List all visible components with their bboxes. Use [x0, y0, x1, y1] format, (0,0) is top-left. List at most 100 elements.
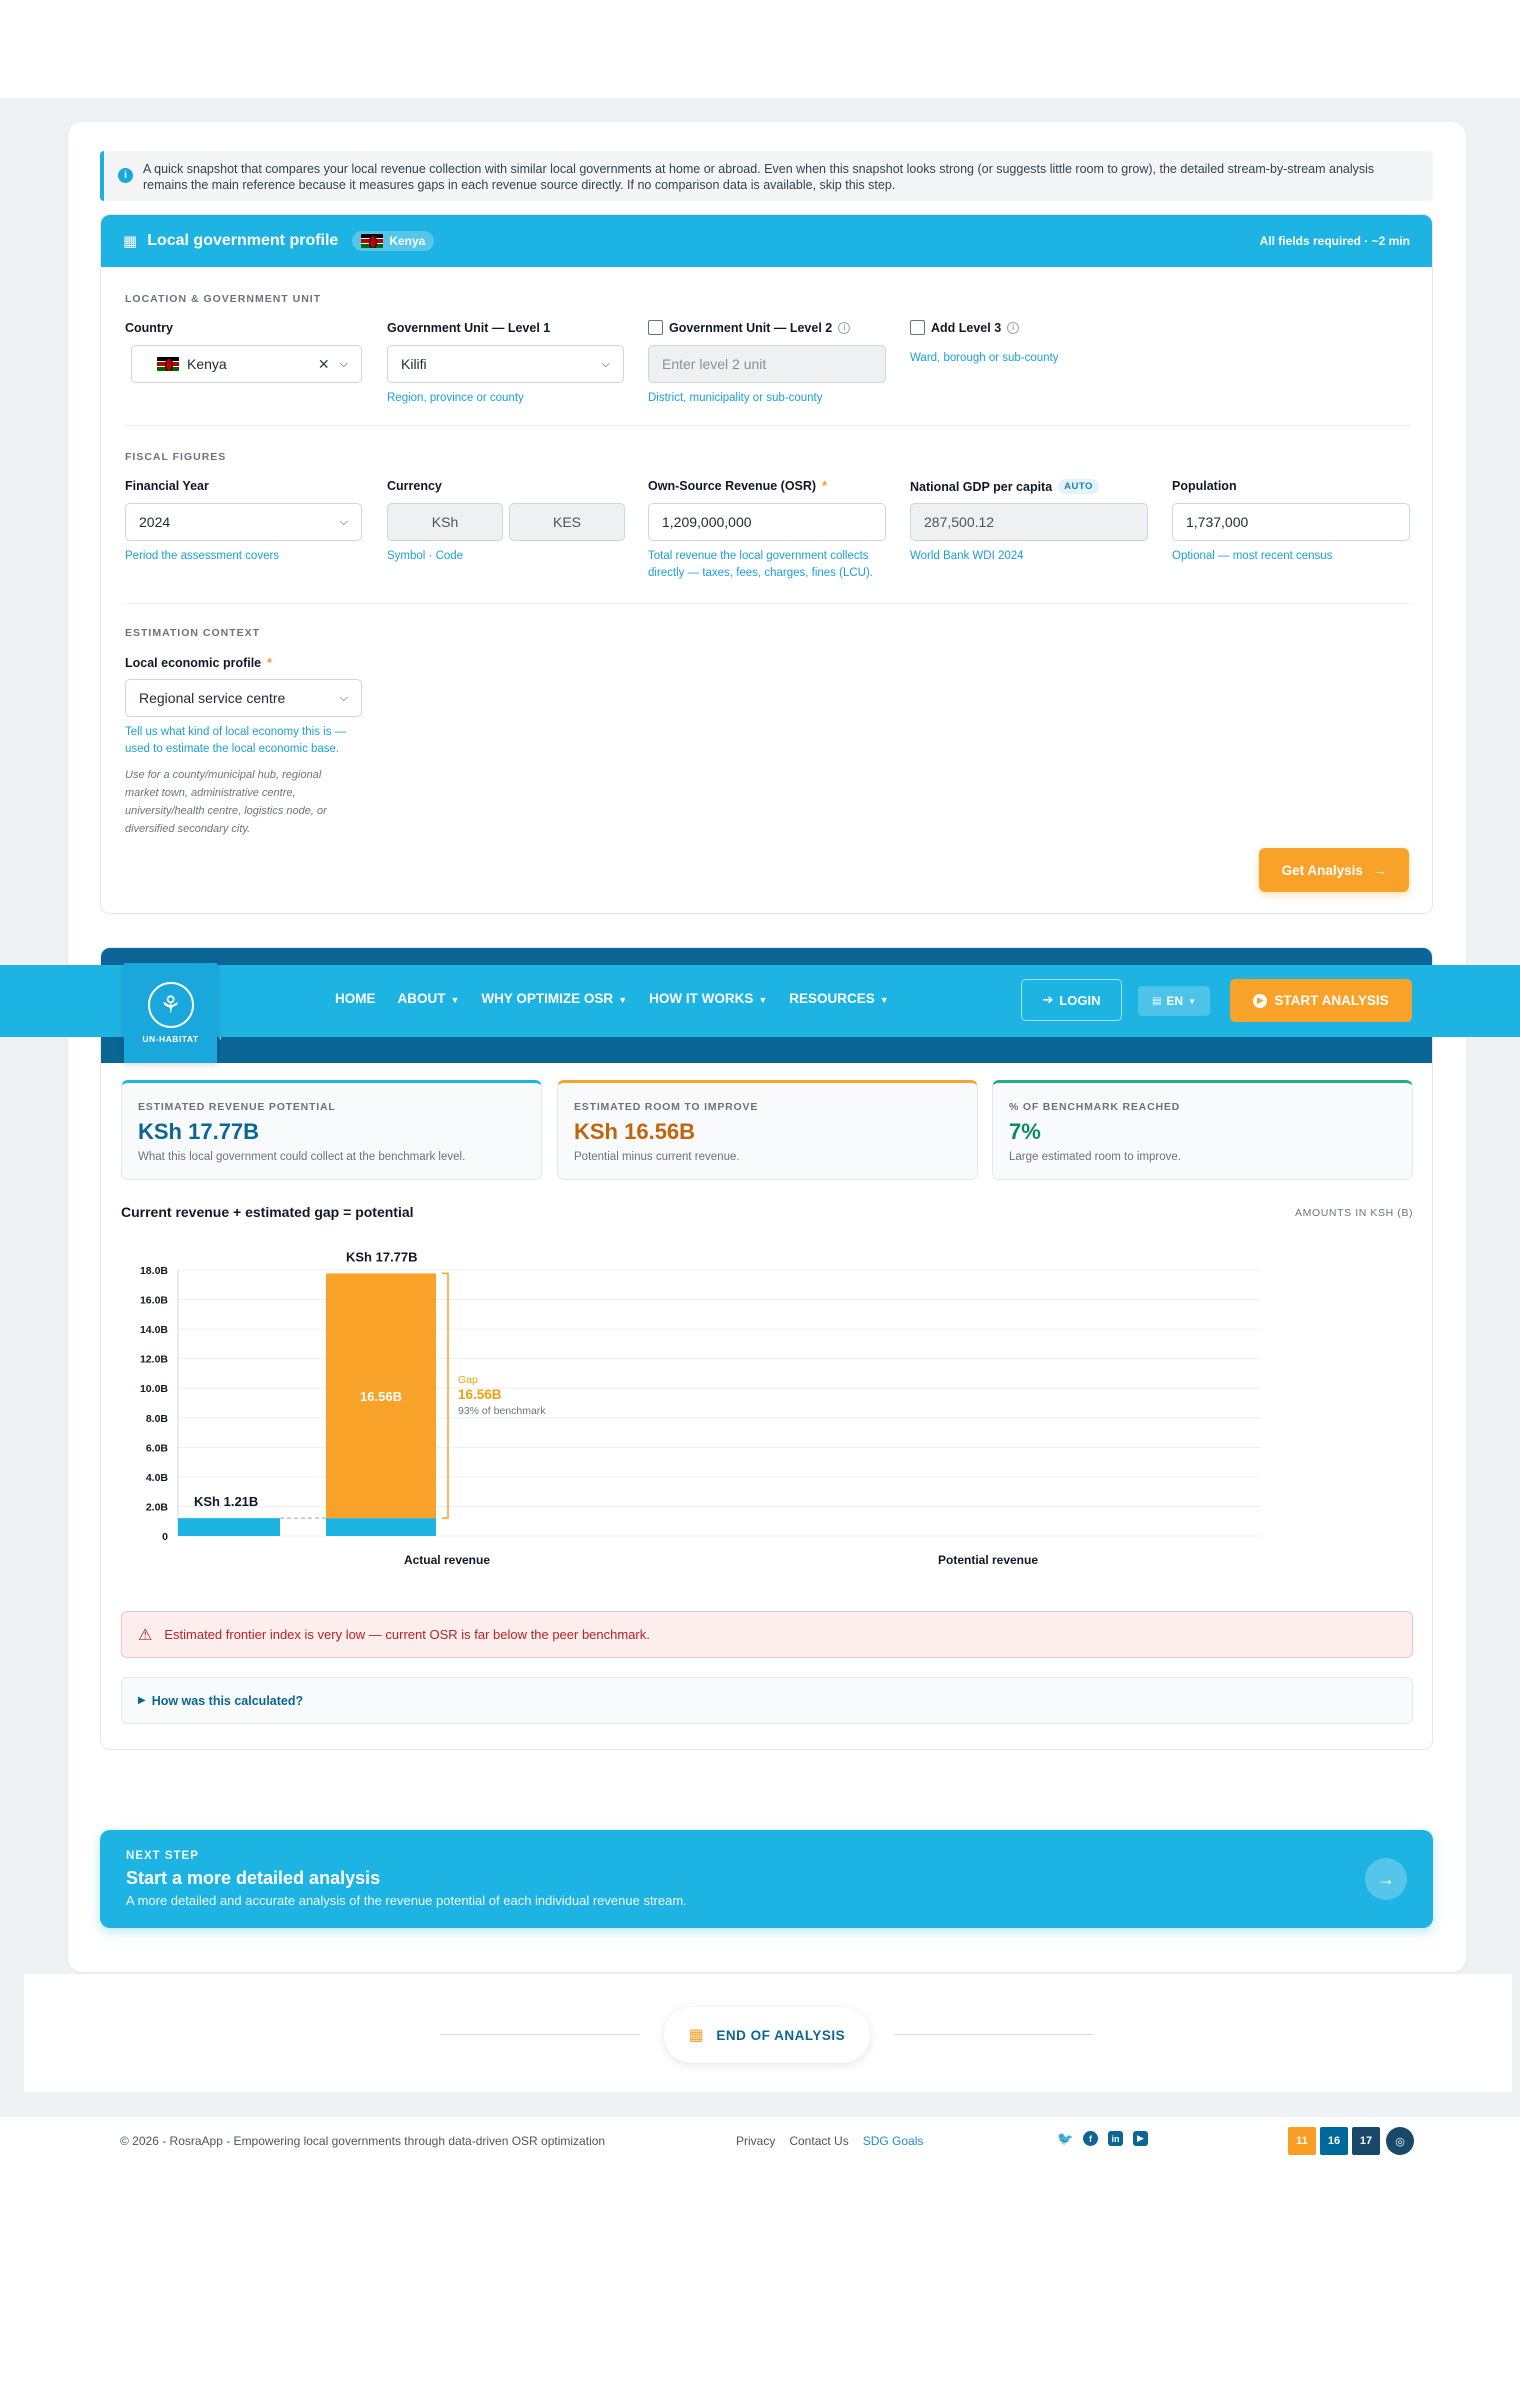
nav-why-optimize[interactable]: WHY OPTIMIZE OSR ▼: [481, 991, 627, 1006]
info-icon[interactable]: i: [1007, 321, 1020, 334]
osr-label-row: Own-Source Revenue (OSR) *: [648, 479, 827, 493]
gdp-label: National GDP per capita: [910, 479, 1053, 494]
osr-value: 1,209,000,000: [662, 514, 752, 530]
y-tick-label: 2.0B: [146, 1501, 169, 1513]
nav-how-it-works[interactable]: HOW IT WORKS ▼: [649, 991, 767, 1006]
footer-contact-link[interactable]: Contact Us: [789, 2134, 848, 2148]
economic-profile-description-line: university/health centre, logistics node…: [125, 805, 327, 817]
currency-code-field: KES: [509, 503, 625, 541]
logo-text: UN-HABITAT: [142, 1034, 199, 1044]
economic-profile-description-line: diversified secondary city.: [125, 823, 251, 835]
level3-label-row: Add Level 3 i: [910, 320, 1020, 335]
sdg-16-badge[interactable]: 16: [1320, 2127, 1348, 2155]
youtube-icon[interactable]: ▶: [1133, 2131, 1148, 2146]
bar-label-potential: KSh 17.77B: [346, 1249, 418, 1264]
play-icon: ▶: [1253, 993, 1268, 1008]
osr-label: Own-Source Revenue (OSR): [648, 479, 817, 493]
linkedin-icon[interactable]: in: [1108, 2131, 1123, 2146]
end-of-analysis-pill: ▦ END OF ANALYSIS: [664, 2007, 870, 2063]
level2-label-row: Government Unit — Level 2 i: [648, 320, 851, 335]
revenue-chart: 0 2.0B 4.0B 6.0B 8.0B 10.0B 12.0B 14.0B 16.0B 18.…: [140, 1249, 1260, 1567]
section-location: LOCATION & GOVERNMENT UNIT: [125, 293, 322, 305]
level1-hint: Region, province or county: [387, 392, 524, 404]
start-analysis-button[interactable]: ▶ START ANALYSIS: [1230, 979, 1412, 1022]
level2-checkbox[interactable]: [648, 320, 663, 335]
required-marker: *: [822, 479, 827, 493]
year-select[interactable]: 2024 ⌵: [125, 503, 362, 541]
metric-card-benchmark: % OF BENCHMARK REACHED 7% Large estimate…: [992, 1080, 1413, 1180]
warning-text: Estimated frontier index is very low — c…: [164, 1627, 650, 1642]
country-select[interactable]: Kenya ✕ ⌵: [131, 345, 362, 383]
chevron-down-icon: ⌵: [339, 357, 348, 370]
gap-annotation-title: Gap: [458, 1374, 478, 1386]
level1-label: Government Unit — Level 1: [387, 321, 551, 335]
uk-flag-icon: ▤: [1151, 995, 1162, 1007]
footer-copyright: © 2026 - RosraApp - Empowering local gov…: [120, 2134, 606, 2148]
nav-home-label: HOME: [335, 991, 376, 1006]
bar-label-actual: KSh 1.21B: [194, 1494, 258, 1509]
divider-line: [440, 2034, 640, 2035]
metric-description: What this local government could collect…: [138, 1151, 466, 1163]
how-calculated-toggle[interactable]: ▶ How was this calculated?: [121, 1677, 1413, 1724]
economic-profile-hint: Tell us what kind of local economy this …: [125, 724, 346, 758]
sdg-11-badge[interactable]: 11: [1288, 2127, 1316, 2155]
arrow-right-icon: →: [1372, 862, 1387, 878]
currency-symbol: KSh: [431, 514, 459, 530]
osr-hint-line: directly — taxes, fees, charges, fines (…: [648, 567, 873, 579]
caret-down-icon: ▼: [450, 995, 460, 1005]
osr-hint-line: Total revenue the local government colle…: [648, 550, 869, 562]
warning-triangle-icon: ⚠: [138, 1626, 153, 1644]
level3-label: Add Level 3: [931, 320, 1002, 335]
caret-down-icon: ▼: [1188, 996, 1197, 1006]
clear-icon[interactable]: ✕: [318, 356, 330, 373]
footer-privacy-link[interactable]: Privacy: [736, 2134, 775, 2148]
un-habitat-logo[interactable]: ⚘ UN-HABITAT: [124, 963, 217, 1063]
chevron-down-icon: ⌵: [601, 357, 610, 370]
get-analysis-button[interactable]: Get Analysis →: [1259, 848, 1409, 892]
caret-right-icon: ▶: [138, 1695, 146, 1706]
info-note: i A quick snapshot that compares your lo…: [100, 151, 1433, 201]
facebook-icon[interactable]: f: [1083, 2131, 1098, 2146]
language-selector[interactable]: ▤ EN ▼: [1138, 986, 1210, 1016]
x-category-label: Potential revenue: [938, 1553, 1038, 1567]
profile-header: ▦ Local government profile Kenya All fie…: [101, 215, 1432, 267]
economic-profile-value: Regional service centre: [139, 690, 286, 706]
next-step-banner[interactable]: NEXT STEP Start a more detailed analysis…: [100, 1830, 1433, 1928]
footer-sdg-link[interactable]: SDG Goals: [863, 2134, 924, 2148]
y-tick-label: 10.0B: [140, 1383, 168, 1395]
level3-checkbox[interactable]: [910, 320, 925, 335]
required-marker: *: [267, 656, 273, 670]
how-calculated-label: How was this calculated?: [151, 1693, 304, 1708]
gap-annotation-value: 16.56B: [458, 1387, 502, 1402]
kenya-flag-icon: [157, 357, 179, 371]
nav-about[interactable]: ABOUT ▼: [398, 991, 460, 1006]
population-label: Population: [1172, 479, 1237, 493]
arrow-right-icon[interactable]: →: [1365, 1858, 1407, 1900]
level2-input[interactable]: Enter level 2 unit: [648, 345, 886, 383]
currency-label: Currency: [387, 479, 442, 493]
info-note-text: A quick snapshot that compares your loca…: [143, 162, 1375, 192]
sdg-17-badge[interactable]: 17: [1352, 2127, 1380, 2155]
twitter-icon[interactable]: 🐦: [1057, 2131, 1073, 2146]
login-button[interactable]: ➔ LOGIN: [1021, 979, 1122, 1021]
building-icon: ▦: [123, 233, 138, 250]
nav-resources[interactable]: RESOURCES ▼: [789, 991, 888, 1006]
sdg-wheel-icon[interactable]: ◎: [1386, 2127, 1414, 2155]
economic-profile-select[interactable]: Regional service centre ⌵: [125, 679, 362, 717]
population-input[interactable]: 1,737,000: [1172, 503, 1410, 541]
info-icon[interactable]: i: [838, 321, 851, 334]
population-hint: Optional — most recent census: [1172, 550, 1333, 562]
gdp-hint: World Bank WDI 2024: [910, 550, 1024, 562]
country-value: Kenya: [187, 356, 227, 372]
section-context: ESTIMATION CONTEXT: [125, 627, 261, 639]
language-label: EN: [1166, 994, 1184, 1008]
chevron-down-icon: ⌵: [339, 691, 348, 704]
osr-input[interactable]: 1,209,000,000: [648, 503, 886, 541]
caret-down-icon: ▼: [879, 995, 889, 1005]
level1-select[interactable]: Kilifi ⌵: [387, 345, 624, 383]
bar-potential-base: [326, 1518, 436, 1536]
section-fiscal: FISCAL FIGURES: [125, 451, 227, 463]
nav-home[interactable]: HOME: [335, 991, 376, 1006]
economic-profile-description-line: market town, administrative centre,: [125, 787, 296, 799]
metric-card-room: ESTIMATED ROOM TO IMPROVE KSh 16.56B Pot…: [557, 1080, 978, 1180]
